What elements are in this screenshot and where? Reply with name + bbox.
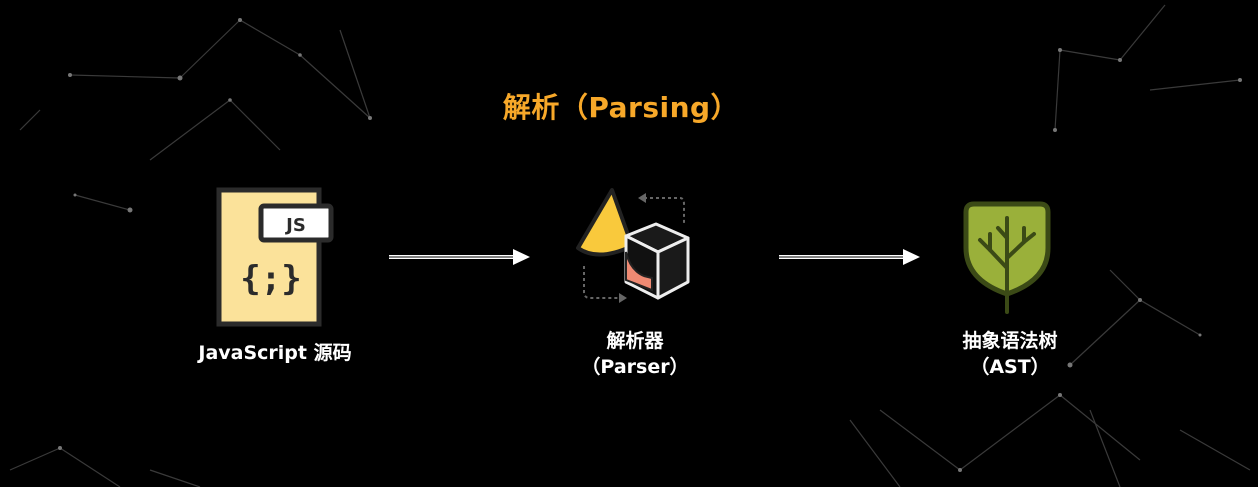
js-badge-text: JS (284, 215, 306, 236)
arrow-right-icon (389, 249, 530, 265)
page-title: 解析（Parsing） (502, 91, 740, 124)
tree-icon (960, 198, 1054, 320)
parser-shapes-icon (572, 184, 697, 313)
arrow-right-icon (779, 249, 920, 265)
parser-label: 解析器 （Parser） (581, 330, 689, 378)
source-label: JavaScript 源码 (198, 342, 352, 364)
code-glyph-text: {;} (240, 259, 301, 299)
ast-label: 抽象语法树 （AST） (962, 330, 1058, 378)
js-file-icon: JS {;} (215, 186, 335, 332)
